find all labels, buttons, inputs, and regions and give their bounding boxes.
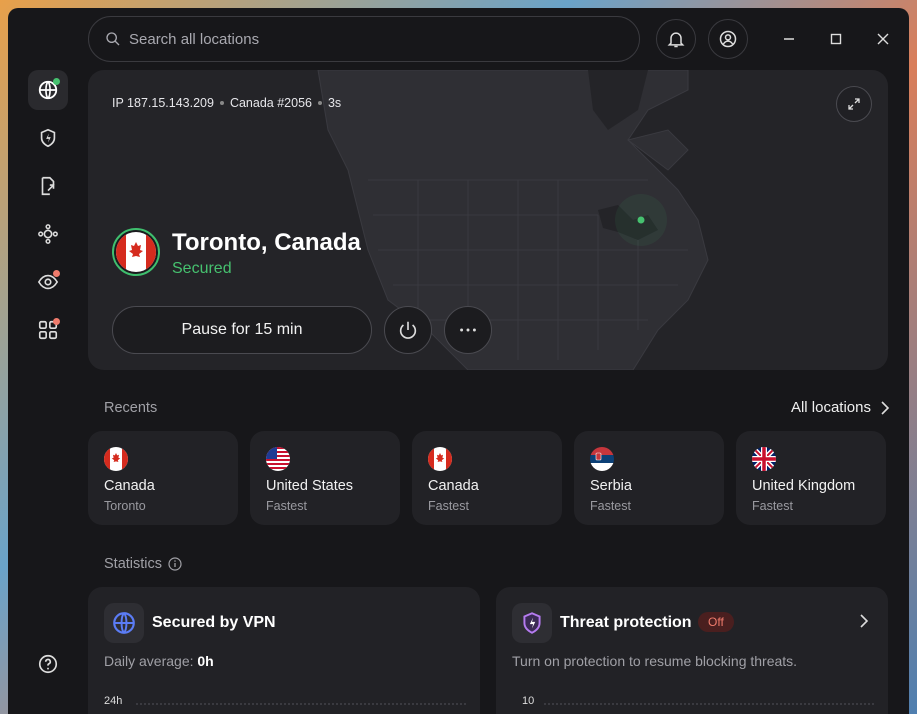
canada-flag-icon <box>428 447 452 471</box>
search-icon <box>106 32 120 46</box>
chevron-right-icon <box>881 400 890 415</box>
vpn-stats-card[interactable]: Secured by VPN Daily average: 0h 24h <box>88 587 480 714</box>
mesh-network-icon <box>38 224 58 244</box>
connection-card: IP 187.15.143.209 Canada #2056 3s Toront… <box>88 70 888 370</box>
notification-dot <box>53 318 60 325</box>
threat-desc: Turn on protection to resume blocking th… <box>512 653 798 669</box>
sidebar-item-meshnet[interactable] <box>28 214 68 254</box>
sidebar <box>8 8 88 714</box>
connected-location: Toronto, Canada <box>172 229 361 256</box>
help-icon <box>38 654 58 674</box>
minimize-icon <box>784 38 794 40</box>
shield-bolt-icon <box>40 128 56 148</box>
recent-sub: Fastest <box>266 499 307 513</box>
all-locations-link[interactable]: All locations <box>791 399 891 416</box>
search-bar[interactable] <box>88 16 640 62</box>
statistics-heading: Statistics <box>104 556 182 572</box>
recent-sub: Toronto <box>104 499 146 513</box>
expand-map-button[interactable] <box>836 86 872 122</box>
serbia-flag-icon <box>590 447 614 471</box>
connection-status: Secured <box>172 260 232 277</box>
threat-shield-icon <box>512 603 552 643</box>
all-locations-label: All locations <box>790 399 871 416</box>
threat-stats-card[interactable]: Threat protection Off Turn on protection… <box>496 587 888 714</box>
status-badge: Off <box>698 612 734 632</box>
recent-location-card[interactable]: Canada Fastest <box>412 431 562 525</box>
canada-flag-icon <box>104 447 128 471</box>
file-share-icon <box>41 176 55 196</box>
maximize-button[interactable] <box>824 27 848 51</box>
usa-flag-icon <box>266 447 290 471</box>
sidebar-item-dark-web-monitor[interactable] <box>28 262 68 302</box>
pause-button[interactable]: Pause for 15 min <box>112 306 372 354</box>
recent-sub: Fastest <box>590 499 631 513</box>
chevron-right-icon[interactable] <box>858 613 870 629</box>
close-icon <box>877 33 889 45</box>
vpn-axis-label: 24h <box>104 695 123 707</box>
info-icon[interactable] <box>168 557 182 571</box>
recents-heading: Recents <box>104 400 158 416</box>
expand-icon <box>848 98 860 110</box>
sidebar-item-vpn[interactable] <box>28 70 68 110</box>
more-options-button[interactable] <box>444 306 492 354</box>
server-name: Canada #2056 <box>229 96 312 110</box>
recent-country: Canada <box>428 478 479 494</box>
disconnect-button[interactable] <box>384 306 432 354</box>
notifications-button[interactable] <box>656 19 696 59</box>
search-input[interactable] <box>129 30 609 48</box>
minimize-button[interactable] <box>777 27 801 51</box>
recent-sub: Fastest <box>752 499 793 513</box>
recent-country: United Kingdom <box>752 478 856 494</box>
notification-dot <box>53 270 60 277</box>
vpn-daily-average: Daily average: 0h <box>104 653 214 669</box>
uk-flag-icon <box>752 447 776 471</box>
vpn-stats-title: Secured by VPN <box>152 614 276 631</box>
power-icon <box>399 321 417 339</box>
user-icon <box>719 30 737 48</box>
recent-country: United States <box>266 478 354 494</box>
recent-location-card[interactable]: Canada Toronto <box>88 431 238 525</box>
account-button[interactable] <box>708 19 748 59</box>
recent-location-card[interactable]: Serbia Fastest <box>574 431 724 525</box>
connection-info: IP 187.15.143.209 Canada #2056 3s <box>112 96 341 110</box>
recent-country: Serbia <box>590 478 632 494</box>
connected-country-flag <box>112 228 160 276</box>
bell-icon <box>667 32 685 48</box>
recent-country: Canada <box>104 478 155 494</box>
maximize-icon <box>830 33 842 45</box>
statistics-label: Statistics <box>104 556 163 572</box>
location-marker <box>637 216 645 224</box>
more-horizontal-icon <box>460 328 476 332</box>
chart-gridline <box>544 703 874 705</box>
help-button[interactable] <box>28 644 68 684</box>
canada-flag-icon <box>116 232 156 272</box>
sidebar-item-threat-protection[interactable] <box>28 118 68 158</box>
connection-duration: 3s <box>327 96 342 110</box>
recent-location-card[interactable]: United Kingdom Fastest <box>736 431 886 525</box>
close-button[interactable] <box>871 27 895 51</box>
vpn-globe-icon <box>104 603 144 643</box>
app-window: IP 187.15.143.209 Canada #2056 3s T <box>8 8 909 714</box>
threat-stats-title: Threat protection <box>560 614 692 631</box>
ip-address: IP 187.15.143.209 <box>112 96 214 110</box>
sidebar-item-apps[interactable] <box>28 310 68 350</box>
recent-sub: Fastest <box>428 499 469 513</box>
recent-location-card[interactable]: United States Fastest <box>250 431 400 525</box>
threat-axis-label: 10 <box>522 695 535 707</box>
chart-gridline <box>136 703 466 705</box>
status-dot <box>53 78 60 85</box>
sidebar-item-split-tunneling[interactable] <box>28 166 68 206</box>
